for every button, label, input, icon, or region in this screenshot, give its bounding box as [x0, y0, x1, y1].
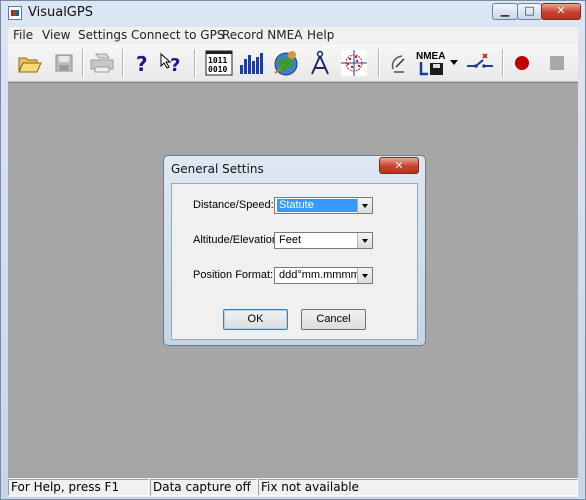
toolbar-separator [194, 49, 196, 77]
chevron-down-icon[interactable] [357, 268, 372, 283]
status-capture: Data capture off [150, 479, 257, 496]
status-fix: Fix not available [258, 479, 578, 496]
svg-text:?: ? [136, 52, 148, 75]
chevron-down-icon[interactable] [357, 233, 372, 248]
menu-file[interactable]: File [13, 28, 33, 42]
connect-icon[interactable] [464, 49, 496, 77]
position-format-label: Position Format: [193, 269, 274, 281]
minimize-button[interactable]: ▁ [492, 3, 518, 20]
toolbar: ? ? 1011 0010 NMEA [8, 45, 578, 82]
menu-connect-to-gps[interactable]: Connect to GPS [131, 28, 224, 42]
globe-icon[interactable] [272, 49, 300, 77]
open-folder-icon[interactable] [16, 49, 44, 77]
menu-record-nmea[interactable]: Record NMEA [222, 28, 302, 42]
toolbar-separator [122, 49, 124, 77]
status-help: For Help, press F1 [8, 479, 149, 496]
altitude-elevation-label: Altitude/Elevation: [193, 234, 282, 246]
dialog-close-button[interactable]: ✕ [379, 157, 419, 174]
maximize-button[interactable]: □ [517, 3, 542, 20]
app-icon [8, 6, 22, 20]
toolbar-separator [82, 49, 84, 77]
dialog-body: Distance/Speed: Statute Altitude/Elevati… [171, 183, 418, 340]
context-help-icon[interactable]: ? [158, 49, 186, 77]
position-format-value: ddd°mm.mmmm [279, 269, 360, 281]
close-button[interactable]: ✕ [541, 3, 581, 20]
toolbar-separator [378, 49, 380, 77]
distance-speed-label: Distance/Speed: [193, 199, 274, 211]
position-format-select[interactable]: ddd°mm.mmmm [274, 267, 373, 284]
nmea-record-icon[interactable]: NMEA [414, 49, 450, 77]
svg-text:?: ? [170, 55, 180, 75]
dialog-title: General Settins [171, 162, 264, 176]
general-settings-dialog: General Settins ✕ Distance/Speed: Statut… [163, 155, 426, 346]
binary-bottom-text: 0010 [208, 65, 227, 74]
menu-view[interactable]: View [42, 28, 70, 42]
cancel-button[interactable]: Cancel [301, 309, 366, 330]
app-window: VisualGPS ▁ □ ✕ File View Settings Conne… [0, 0, 586, 500]
distance-speed-value: Statute [277, 199, 357, 212]
status-bar: For Help, press F1 Data capture off Fix … [8, 478, 578, 497]
menu-bar: File View Settings Connect to GPS Record… [8, 27, 578, 46]
signal-strength-icon[interactable] [238, 49, 266, 77]
dropdown-arrow-icon[interactable] [448, 49, 460, 77]
ok-button[interactable]: OK [223, 309, 288, 330]
window-title: VisualGPS [28, 5, 93, 20]
stop-icon[interactable] [543, 49, 571, 77]
toolbar-separator [502, 49, 504, 77]
altitude-elevation-select[interactable]: Feet [274, 232, 373, 249]
binary-top-text: 1011 [208, 56, 227, 65]
distance-speed-select[interactable]: Statute [274, 197, 373, 214]
record-icon[interactable] [508, 49, 536, 77]
title-bar[interactable]: VisualGPS ▁ □ ✕ [1, 1, 585, 25]
nmea-label: NMEA [416, 51, 445, 62]
chevron-down-icon[interactable] [357, 198, 372, 213]
satellite-dish-icon[interactable] [386, 49, 414, 77]
compass-icon[interactable] [306, 49, 334, 77]
print-icon[interactable] [88, 49, 116, 77]
help-icon[interactable]: ? [128, 49, 156, 77]
altitude-elevation-value: Feet [279, 234, 302, 246]
scatter-plot-icon[interactable] [340, 49, 368, 77]
menu-settings[interactable]: Settings [78, 28, 127, 42]
menu-help[interactable]: Help [307, 28, 334, 42]
binary-data-icon[interactable]: 1011 0010 [204, 49, 234, 77]
save-icon[interactable] [50, 49, 78, 77]
